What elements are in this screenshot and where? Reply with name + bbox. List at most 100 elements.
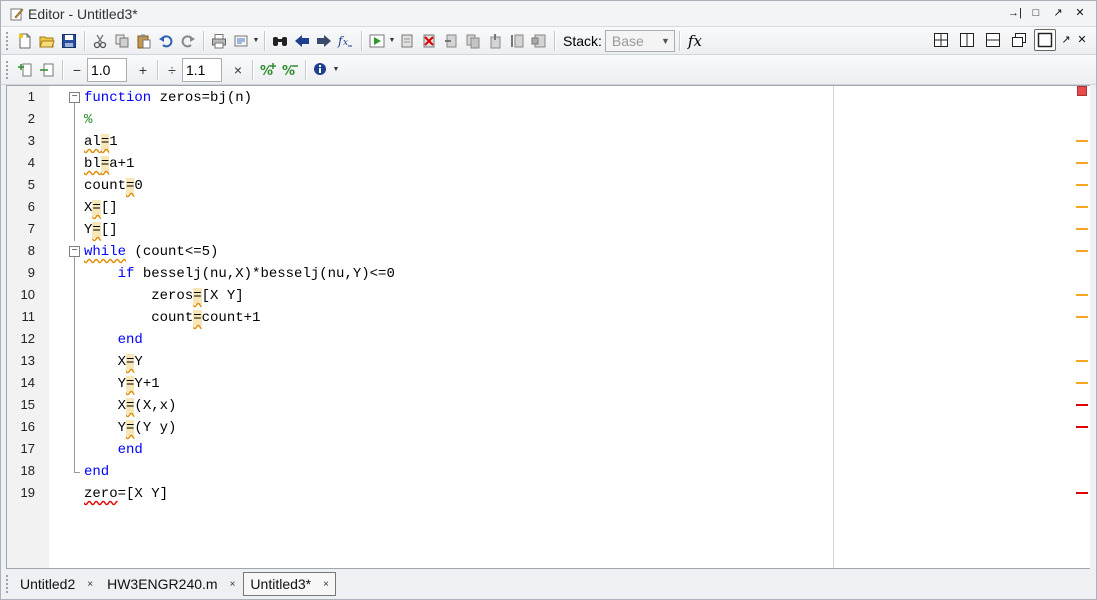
continue-icon[interactable] xyxy=(506,30,528,52)
svg-text:x: x xyxy=(343,38,348,48)
increment-value-field[interactable]: 1.0 xyxy=(87,57,127,82)
code-line[interactable]: X=[] xyxy=(84,197,118,219)
step-icon[interactable] xyxy=(440,30,462,52)
maximize-icon[interactable]: ↗ xyxy=(1052,6,1064,20)
code-line[interactable]: Y=[] xyxy=(84,219,118,241)
increment-button[interactable]: + xyxy=(133,62,153,78)
warning-marker[interactable] xyxy=(1076,184,1088,186)
warning-marker[interactable] xyxy=(1076,140,1088,142)
warning-marker[interactable] xyxy=(1076,360,1088,362)
redo-icon[interactable] xyxy=(177,30,199,52)
set-breakpoint-icon[interactable] xyxy=(396,30,418,52)
divide-button[interactable]: ÷ xyxy=(162,62,182,78)
code-editor[interactable]: 1 2 3 4 5 6 7 8 9 10 11 12 13 14 15 16 1… xyxy=(6,85,1076,569)
title-bar: Editor - Untitled3* →| □ ↗ ✕ xyxy=(1,1,1096,27)
fold-toggle-while[interactable]: − xyxy=(69,246,80,257)
publish-icon[interactable] xyxy=(230,30,252,52)
undo-icon[interactable] xyxy=(155,30,177,52)
code-line[interactable]: zeros=[X Y] xyxy=(84,285,244,307)
run-dropdown-icon[interactable]: ▼ xyxy=(388,37,396,44)
decrement-button[interactable]: − xyxy=(67,62,87,78)
toolbar-grip[interactable] xyxy=(6,31,10,50)
close-icon[interactable]: × xyxy=(323,579,329,590)
back-arrow-icon[interactable] xyxy=(291,30,313,52)
float-windows-icon[interactable] xyxy=(1008,29,1030,51)
warning-marker[interactable] xyxy=(1076,294,1088,296)
code-line[interactable]: bl=a+1 xyxy=(84,153,134,175)
tab-untitled3[interactable]: Untitled3* × xyxy=(243,572,336,596)
save-icon[interactable] xyxy=(58,30,80,52)
code-line[interactable]: X=Y xyxy=(84,351,143,373)
warning-marker[interactable] xyxy=(1076,162,1088,164)
new-file-icon[interactable] xyxy=(14,30,36,52)
code-line[interactable]: end xyxy=(84,439,143,461)
tile-horizontal-icon[interactable] xyxy=(982,29,1004,51)
undock-icon[interactable]: →| xyxy=(1008,6,1022,20)
factor-value-field[interactable]: 1.1 xyxy=(182,57,222,82)
warning-marker[interactable] xyxy=(1076,228,1088,230)
warning-marker[interactable] xyxy=(1076,206,1088,208)
publish-dropdown-icon[interactable]: ▼ xyxy=(252,37,260,44)
code-line[interactable]: end xyxy=(84,329,143,351)
multiply-button[interactable]: × xyxy=(228,62,248,78)
fold-guide xyxy=(74,103,75,241)
warning-marker[interactable] xyxy=(1076,316,1088,318)
line-number: 18 xyxy=(20,463,35,478)
evaluate-cell-icon[interactable]: % xyxy=(257,59,279,81)
code-line[interactable]: X=(X,x) xyxy=(84,395,176,417)
code-line[interactable]: while (count<=5) xyxy=(84,241,218,263)
warning-marker[interactable] xyxy=(1076,250,1088,252)
close-icon[interactable]: × xyxy=(230,579,236,590)
clear-breakpoints-icon[interactable] xyxy=(418,30,440,52)
tile-grid-icon[interactable] xyxy=(930,29,952,51)
error-indicator-icon[interactable] xyxy=(1077,86,1087,96)
code-line[interactable]: end xyxy=(84,461,109,483)
insert-cell-icon[interactable] xyxy=(14,59,36,81)
cell-toolbar-grip[interactable] xyxy=(6,60,10,79)
close-icon[interactable]: × xyxy=(87,579,93,590)
minimize-icon[interactable]: □ xyxy=(1030,6,1042,20)
code-line[interactable]: count=0 xyxy=(84,175,143,197)
code-area[interactable]: 1 2 3 4 5 6 7 8 9 10 11 12 13 14 15 16 1… xyxy=(7,86,1075,568)
code-line[interactable]: zero=[X Y] xyxy=(84,483,168,505)
print-icon[interactable] xyxy=(208,30,230,52)
error-marker[interactable] xyxy=(1076,492,1088,494)
step-out-icon[interactable] xyxy=(484,30,506,52)
error-marker[interactable] xyxy=(1076,404,1088,406)
tile-vertical-icon[interactable] xyxy=(956,29,978,51)
warning-marker[interactable] xyxy=(1076,382,1088,384)
code-line[interactable]: al=1 xyxy=(84,131,118,153)
maximize-document-icon[interactable] xyxy=(1034,29,1056,51)
undock-document-icon[interactable]: ↗ xyxy=(1060,33,1072,47)
code-line[interactable]: count=count+1 xyxy=(84,307,260,329)
fx-function-icon[interactable]: fx xyxy=(684,30,706,52)
paste-icon[interactable] xyxy=(133,30,155,52)
code-analyzer-bar[interactable] xyxy=(1074,85,1090,569)
code-line[interactable]: Y=(Y y) xyxy=(84,417,176,439)
info-icon[interactable] xyxy=(310,59,332,81)
code-line[interactable]: % xyxy=(84,109,92,131)
close-document-icon[interactable]: ✕ xyxy=(1076,33,1088,47)
close-icon[interactable]: ✕ xyxy=(1074,6,1086,20)
code-line[interactable]: if besselj(nu,X)*besselj(nu,Y)<=0 xyxy=(84,263,395,285)
find-binoculars-icon[interactable] xyxy=(269,30,291,52)
info-dropdown-icon[interactable]: ▼ xyxy=(332,66,340,73)
exit-debug-icon[interactable] xyxy=(528,30,550,52)
line-number: 9 xyxy=(27,265,35,280)
code-line[interactable]: Y=Y+1 xyxy=(84,373,160,395)
code-line[interactable]: function zeros=bj(n) xyxy=(84,87,252,109)
open-folder-icon[interactable] xyxy=(36,30,58,52)
run-icon[interactable] xyxy=(366,30,388,52)
tab-untitled2[interactable]: Untitled2 × xyxy=(14,572,99,596)
forward-arrow-icon[interactable] xyxy=(313,30,335,52)
cell-divider-icon[interactable] xyxy=(36,59,58,81)
stack-select[interactable]: Base ▼ xyxy=(604,29,675,52)
evaluate-advance-icon[interactable]: % xyxy=(279,59,301,81)
tab-hw3engr240[interactable]: HW3ENGR240.m × xyxy=(101,572,241,596)
cut-icon[interactable] xyxy=(89,30,111,52)
function-browser-icon[interactable]: fx xyxy=(335,30,357,52)
fold-toggle-function[interactable]: − xyxy=(69,92,80,103)
step-in-icon[interactable] xyxy=(462,30,484,52)
error-marker[interactable] xyxy=(1076,426,1088,428)
copy-icon[interactable] xyxy=(111,30,133,52)
